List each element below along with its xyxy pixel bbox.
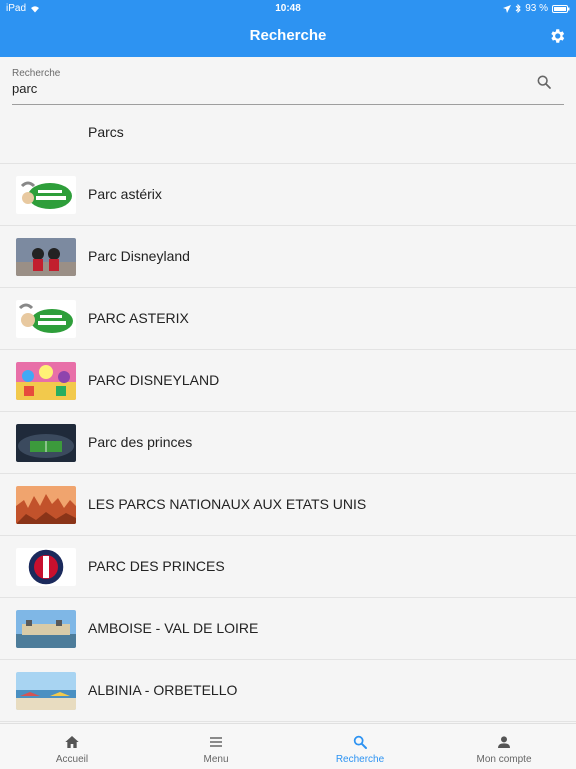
bluetooth-icon <box>515 4 521 13</box>
amboise-castle-thumbnail <box>16 610 76 648</box>
menu-icon <box>210 737 222 747</box>
psg-crest-thumbnail <box>16 548 76 586</box>
result-row[interactable]: PARC DISNEYLAND <box>0 350 576 412</box>
result-row[interactable]: PARC DES PRINCES <box>0 536 576 598</box>
search-icon[interactable] <box>536 74 552 90</box>
beach-thumbnail <box>16 672 76 710</box>
tab-label: Mon compte <box>476 754 532 765</box>
result-label: LES PARCS NATIONAUX AUX ETATS UNIS <box>88 496 367 512</box>
tab-recherche[interactable]: Recherche <box>288 724 432 769</box>
result-row[interactable]: Parc astérix <box>0 164 576 226</box>
disneyland-parade-thumbnail <box>16 362 76 400</box>
home-icon <box>65 736 79 748</box>
result-label: PARC ASTERIX <box>88 310 189 326</box>
result-row[interactable]: LES PARCS NATIONAUX AUX ETATS UNIS <box>0 474 576 536</box>
result-label: Parcs <box>88 124 124 140</box>
parc-disneyland-thumbnail <box>16 238 76 276</box>
result-row[interactable]: Parcs <box>0 102 576 164</box>
app-bar: iPad 10:48 93 % Recherche <box>0 0 576 57</box>
tab-accueil[interactable]: Accueil <box>0 724 144 769</box>
page-title: Recherche <box>249 27 327 44</box>
status-bar: iPad 10:48 93 % <box>0 0 576 16</box>
tab-label: Menu <box>203 754 229 765</box>
status-time: 10:48 <box>275 3 301 14</box>
result-label: Parc astérix <box>88 186 162 202</box>
result-row[interactable]: AMBOISE - VAL DE LOIRE <box>0 598 576 660</box>
results-list: Parcs Parc astérix Parc Disneyland PARC … <box>0 102 576 722</box>
settings-gear-icon[interactable] <box>548 27 566 45</box>
result-row[interactable]: Parc Disneyland <box>0 226 576 288</box>
tab-label: Accueil <box>55 754 89 765</box>
tab-mon-compte[interactable]: Mon compte <box>432 724 576 769</box>
battery-icon <box>552 4 570 13</box>
result-label: AMBOISE - VAL DE LOIRE <box>88 620 259 636</box>
result-row[interactable]: ALBINIA - ORBETELLO <box>0 660 576 722</box>
bottom-tab-bar: Accueil Menu Recherche Mon compte <box>0 723 576 769</box>
result-label: PARC DES PRINCES <box>88 558 225 574</box>
search-field-label: Recherche <box>12 68 61 79</box>
result-row[interactable]: PARC ASTERIX <box>0 288 576 350</box>
account-icon <box>498 736 510 748</box>
result-label: Parc Disneyland <box>88 248 190 264</box>
search-input[interactable] <box>12 79 512 96</box>
result-row[interactable]: Parc des princes <box>0 412 576 474</box>
tab-label: Recherche <box>335 754 385 765</box>
tab-menu[interactable]: Menu <box>144 724 288 769</box>
parc-asterix-logo-thumbnail <box>16 176 76 214</box>
battery-percent: 93 % <box>525 3 548 14</box>
stadium-thumbnail <box>16 424 76 462</box>
search-field[interactable]: Recherche <box>12 68 564 105</box>
parc-asterix-logo-thumbnail <box>16 300 76 338</box>
search-icon <box>353 735 367 749</box>
location-icon <box>503 4 512 13</box>
result-label: ALBINIA - ORBETELLO <box>88 682 238 698</box>
result-label: Parc des princes <box>88 434 193 450</box>
result-label: PARC DISNEYLAND <box>88 372 220 388</box>
national-park-canyon-thumbnail <box>16 486 76 524</box>
